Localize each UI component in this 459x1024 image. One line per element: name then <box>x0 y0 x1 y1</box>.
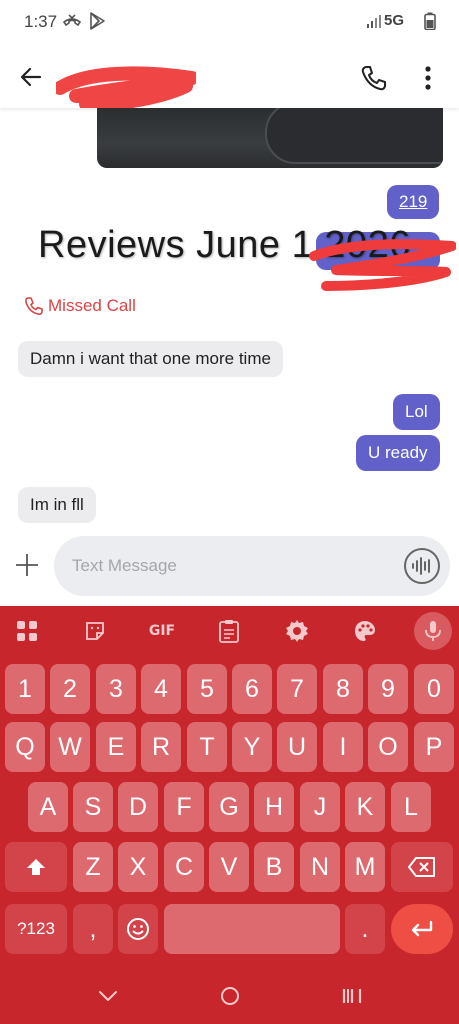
network-type: 5G <box>384 12 405 29</box>
palette-icon[interactable] <box>352 618 378 644</box>
conversation-header <box>0 46 459 108</box>
clipboard-icon[interactable] <box>216 618 242 644</box>
plus-icon <box>16 554 38 576</box>
key-u[interactable]: U <box>277 722 317 772</box>
key-t[interactable]: T <box>187 722 227 772</box>
status-time: 1:37 <box>24 12 58 31</box>
outgoing-message-219[interactable]: 219 <box>387 185 440 219</box>
key-s[interactable]: S <box>73 782 113 832</box>
key-f[interactable]: F <box>164 782 204 832</box>
more-vertical-icon <box>425 66 431 90</box>
key-v[interactable]: V <box>209 842 249 892</box>
more-options-button[interactable] <box>414 60 442 96</box>
key-q[interactable]: Q <box>5 722 45 772</box>
key-l[interactable]: L <box>391 782 431 832</box>
shift-key[interactable] <box>5 842 67 892</box>
key-i[interactable]: I <box>323 722 363 772</box>
status-bar: 1:37 5G <box>0 0 459 46</box>
key-y[interactable]: Y <box>232 722 272 772</box>
emoji-key[interactable] <box>118 904 158 954</box>
space-bar[interactable] <box>164 904 340 954</box>
symbols-key[interactable]: ?123 <box>5 904 67 954</box>
key-3[interactable]: 3 <box>96 664 136 714</box>
key-x[interactable]: X <box>118 842 158 892</box>
incoming-message[interactable]: Damn i want that one more time <box>18 341 283 377</box>
backspace-icon <box>408 857 435 877</box>
play-store-icon <box>88 11 106 36</box>
keyboard: GIF 1 2 3 4 5 6 7 8 9 0 Q W E R T Y U I … <box>0 606 459 1024</box>
enter-arrow-icon <box>411 920 433 937</box>
key-n[interactable]: N <box>300 842 340 892</box>
voice-message-button[interactable] <box>404 548 440 584</box>
key-b[interactable]: B <box>254 842 294 892</box>
period-key[interactable]: . <box>345 904 385 954</box>
audio-wave-icon <box>412 557 430 575</box>
key-5[interactable]: 5 <box>187 664 227 714</box>
outgoing-message-u-ready[interactable]: U ready <box>356 435 440 471</box>
key-o[interactable]: O <box>368 722 408 772</box>
call-button[interactable] <box>356 60 392 96</box>
key-z[interactable]: Z <box>73 842 113 892</box>
recents-icon <box>342 989 362 1003</box>
key-w[interactable]: W <box>50 722 90 772</box>
key-4[interactable]: 4 <box>141 664 181 714</box>
message-input[interactable] <box>72 552 392 580</box>
apps-grid-icon[interactable] <box>14 618 40 644</box>
key-0[interactable]: 0 <box>414 664 454 714</box>
key-j[interactable]: J <box>300 782 340 832</box>
outgoing-message-lol[interactable]: Lol <box>393 394 440 430</box>
backspace-key[interactable] <box>391 842 453 892</box>
phone-icon <box>361 66 386 91</box>
add-attachment-button[interactable] <box>12 550 42 580</box>
enter-key[interactable] <box>391 904 453 954</box>
key-a[interactable]: A <box>28 782 68 832</box>
key-k[interactable]: K <box>345 782 385 832</box>
signal-icon <box>366 14 382 33</box>
redaction-scribble <box>56 66 196 108</box>
key-m[interactable]: M <box>345 842 385 892</box>
key-c[interactable]: C <box>164 842 204 892</box>
compose-bar <box>54 536 450 596</box>
missed-call-phone-icon <box>25 297 43 316</box>
settings-gear-icon[interactable] <box>284 618 310 644</box>
back-button[interactable] <box>14 60 48 94</box>
shift-arrow-icon <box>27 859 45 875</box>
missed-call-label: Missed Call <box>48 296 136 315</box>
nav-home-button[interactable] <box>218 984 242 1008</box>
key-g[interactable]: G <box>209 782 249 832</box>
navigation-bar <box>0 966 459 1024</box>
image-content <box>265 108 443 164</box>
key-8[interactable]: 8 <box>323 664 363 714</box>
key-e[interactable]: E <box>96 722 136 772</box>
redaction-scribble-bubble <box>309 239 456 291</box>
key-d[interactable]: D <box>118 782 158 832</box>
key-2[interactable]: 2 <box>50 664 90 714</box>
key-h[interactable]: H <box>254 782 294 832</box>
key-9[interactable]: 9 <box>368 664 408 714</box>
microphone-icon <box>425 621 441 641</box>
missed-call-notice[interactable]: Missed Call <box>24 296 136 316</box>
home-circle-icon <box>221 987 239 1005</box>
key-7[interactable]: 7 <box>277 664 317 714</box>
key-6[interactable]: 6 <box>232 664 272 714</box>
back-arrow-icon <box>20 67 42 87</box>
emoji-smiley-icon <box>127 918 149 940</box>
key-p[interactable]: P <box>414 722 454 772</box>
key-1[interactable]: 1 <box>5 664 45 714</box>
messaging-screen: 1:37 5G 219 Reviews June 1 2026 Missed C… <box>0 0 459 1024</box>
gif-button[interactable]: GIF <box>146 618 178 644</box>
nav-back-button[interactable] <box>96 984 120 1008</box>
voice-input-button[interactable] <box>414 612 452 650</box>
missed-call-icon <box>62 11 82 36</box>
nav-recents-button[interactable] <box>340 984 364 1008</box>
key-r[interactable]: R <box>141 722 181 772</box>
incoming-message[interactable]: Im in fll <box>18 487 96 523</box>
keyboard-toolbar: GIF <box>0 606 459 654</box>
chevron-down-icon <box>99 991 117 1001</box>
comma-key[interactable]: , <box>73 904 113 954</box>
image-attachment[interactable] <box>97 108 443 168</box>
battery-icon <box>424 12 436 35</box>
sticker-icon[interactable] <box>82 618 108 644</box>
